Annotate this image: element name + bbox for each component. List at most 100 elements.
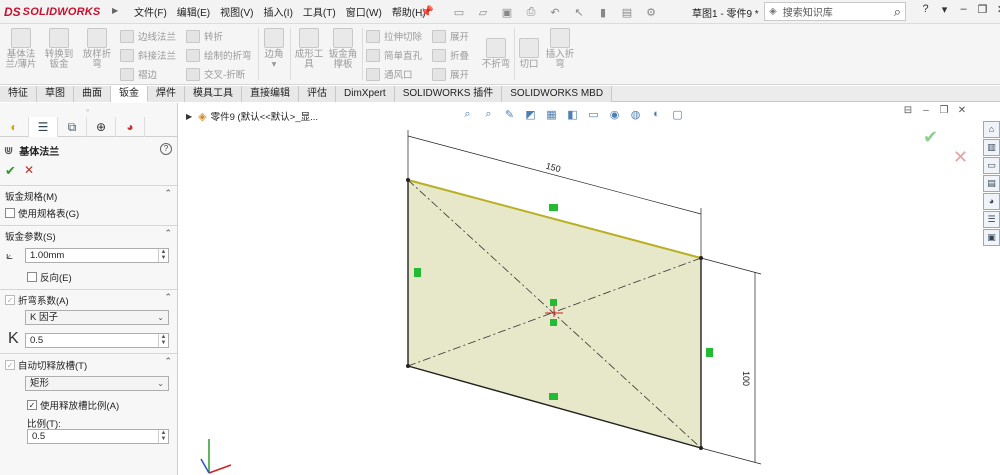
custom-properties-icon[interactable]: ☰ — [983, 211, 1000, 228]
chevron-down-icon[interactable]: ⌄ — [157, 377, 164, 390]
tab-surfaces[interactable]: 曲面 — [74, 86, 111, 102]
cross-break-button[interactable]: 交叉-折断 — [186, 67, 245, 81]
tab-dimxpert[interactable]: DimXpert — [336, 86, 395, 102]
restore-icon[interactable]: ❐ — [935, 105, 953, 116]
reverse-checkbox[interactable]: 反向(E) — [27, 270, 72, 284]
convert-to-sheet-metal-button[interactable]: 转换到 钣金 — [42, 28, 76, 70]
graphics-viewport[interactable]: 150 100 ▶ ◈ 零件9 (默认<<默认>_显... ⌕ ⌕ ✎ ◩ ▦ … — [179, 103, 1000, 475]
zoom-to-area-icon[interactable]: ⌕ — [480, 106, 497, 122]
hide-show-items-icon[interactable]: ◉ — [606, 106, 623, 122]
panel-splitter-handle[interactable]: ◦ — [86, 105, 89, 115]
save-icon[interactable]: ▣ — [498, 3, 516, 21]
edge-flange-button[interactable]: 边线法兰 — [120, 29, 176, 43]
width-dimension-text[interactable]: 150 — [545, 161, 562, 175]
thickness-input[interactable]: 1.00mm ▲ ▼ — [25, 248, 169, 263]
tab-weldments[interactable]: 焊件 — [148, 86, 185, 102]
search-scope-icon[interactable]: ◈ — [769, 6, 777, 17]
cancel-x-icon[interactable]: ✕ — [24, 163, 34, 177]
tab-features[interactable]: 特征 — [0, 86, 37, 102]
file-explorer-icon[interactable]: ▭ — [983, 157, 1000, 174]
help-icon[interactable]: ? — [160, 143, 172, 155]
confirmation-ok-icon[interactable]: ✔ — [923, 127, 938, 148]
horizontal-relation-marker[interactable] — [549, 393, 558, 400]
lofted-bend-button[interactable]: 放样折 弯 — [80, 28, 114, 70]
dynamic-annotation-icon[interactable]: ▦ — [543, 106, 560, 122]
chevron-down-icon[interactable]: ▾ — [935, 3, 954, 16]
menu-tools[interactable]: 工具(T) — [303, 4, 336, 19]
tab-evaluate[interactable]: 评估 — [299, 86, 336, 102]
appearances-icon[interactable]: ◕ — [983, 193, 1000, 210]
checkbox-box[interactable]: ✓ — [5, 360, 15, 370]
collapse-chevron-icon[interactable]: ⌃ — [164, 188, 172, 199]
checkbox-box[interactable]: ✓ — [27, 400, 37, 410]
view-settings-icon[interactable]: ▢ — [669, 106, 686, 122]
menu-file[interactable]: 文件(F) — [134, 4, 167, 19]
k-factor-input[interactable]: 0.5 ▲ ▼ — [25, 333, 169, 348]
minimize-icon[interactable]: – — [954, 3, 973, 16]
rebuild-icon[interactable]: ▮ — [594, 3, 612, 21]
rip-button[interactable]: 切口 — [518, 38, 540, 70]
miter-flange-button[interactable]: 斜接法兰 — [120, 48, 176, 62]
edit-appearance-icon[interactable]: ◍ — [627, 106, 644, 122]
menu-view[interactable]: 视图(V) — [220, 4, 253, 19]
close-icon[interactable]: ✕ — [992, 3, 1000, 16]
sheet-metal-gusset-button[interactable]: 钣金角 撑板 — [328, 28, 358, 70]
vertical-relation-marker[interactable] — [414, 268, 421, 277]
auto-relief-checkbox[interactable]: ✓ 自动切释放槽(T) — [5, 358, 87, 372]
hem-button[interactable]: 褶边 — [120, 67, 157, 81]
collapse-chevron-icon[interactable]: ⌃ — [164, 356, 172, 367]
sketched-bend-button[interactable]: 绘制的折弯 — [186, 48, 252, 62]
section-view-icon[interactable]: ◩ — [522, 106, 539, 122]
sketch-point[interactable] — [406, 364, 410, 368]
apply-scene-icon[interactable]: ◐ — [648, 106, 665, 122]
configuration-manager-tab-icon[interactable]: ⧉ — [58, 117, 87, 137]
ok-check-icon[interactable]: ✔ — [5, 163, 16, 179]
help-dropdown-icon[interactable]: ? — [916, 3, 935, 16]
menu-edit[interactable]: 编辑(E) — [177, 4, 210, 19]
unfold-button[interactable]: 展开 — [432, 29, 469, 43]
chevron-down-icon[interactable]: ⌄ — [157, 311, 164, 324]
collapse-icon[interactable]: ⊟ — [899, 105, 917, 116]
ratio-spinner[interactable]: ▲ ▼ — [158, 430, 168, 443]
display-style-icon[interactable]: ▭ — [585, 106, 602, 122]
bend-allowance-checkbox[interactable]: ✓ 折弯系数(A) — [5, 293, 69, 307]
tab-mold-tools[interactable]: 模具工具 — [185, 86, 242, 102]
jog-button[interactable]: 转折 — [186, 29, 223, 43]
confirmation-cancel-icon[interactable]: ✕ — [953, 147, 968, 168]
tab-direct-editing[interactable]: 直接编辑 — [242, 86, 299, 102]
tab-sheet-metal[interactable]: 钣金 — [111, 86, 148, 102]
sketch-canvas[interactable]: 150 100 — [179, 103, 1000, 475]
options-gear-icon[interactable]: ⚙ — [642, 3, 660, 21]
checkbox-box[interactable]: ✓ — [5, 295, 15, 305]
search-box[interactable]: ◈ 搜索知识库 ⌕ — [764, 2, 906, 21]
feature-tree-flyout[interactable]: ▶ ◈ 零件9 (默认<<默认>_显... — [186, 109, 318, 124]
close-icon[interactable]: ✕ — [953, 105, 971, 116]
select-icon[interactable]: ↖ — [570, 3, 588, 21]
pin-icon[interactable]: 📌 — [420, 5, 434, 18]
collapse-chevron-icon[interactable]: ⌃ — [164, 228, 172, 239]
use-gauge-checkbox[interactable]: 使用规格表(G) — [5, 206, 79, 220]
coincident-relation-marker[interactable] — [550, 299, 557, 306]
menu-window[interactable]: 窗口(W) — [346, 4, 382, 19]
solidworks-logo[interactable]: DS SOLIDWORKS — [4, 4, 100, 20]
checkbox-box[interactable] — [5, 208, 15, 218]
feature-manager-tab-icon[interactable]: ◐ — [0, 117, 29, 137]
view-orientation-icon[interactable]: ◧ — [564, 106, 581, 122]
use-relief-ratio-checkbox[interactable]: ✓ 使用释放槽比例(A) — [27, 398, 119, 412]
height-dimension-text[interactable]: 100 — [741, 371, 751, 386]
view-palette-icon[interactable]: ▤ — [983, 175, 1000, 192]
simple-hole-button[interactable]: 简单直孔 — [366, 48, 422, 62]
fold-button[interactable]: 折叠 — [432, 48, 469, 62]
tab-sketch[interactable]: 草图 — [37, 86, 74, 102]
design-library-icon[interactable]: ▥ — [983, 139, 1000, 156]
new-document-icon[interactable]: ▭ — [450, 3, 468, 21]
ratio-input[interactable]: 0.5 ▲ ▼ — [27, 429, 169, 444]
collapse-chevron-icon[interactable]: ⌃ — [164, 292, 172, 303]
file-properties-icon[interactable]: ▤ — [618, 3, 636, 21]
corners-dropdown-icon[interactable]: ▾ — [272, 59, 277, 70]
print-icon[interactable]: ⎙ — [522, 3, 540, 21]
corners-button[interactable]: 边角 ▾ — [262, 28, 286, 70]
tab-addins[interactable]: SOLIDWORKS 插件 — [394, 86, 503, 102]
home-icon[interactable]: ⌂ — [983, 121, 1000, 138]
k-factor-spinner[interactable]: ▲ ▼ — [158, 334, 168, 347]
